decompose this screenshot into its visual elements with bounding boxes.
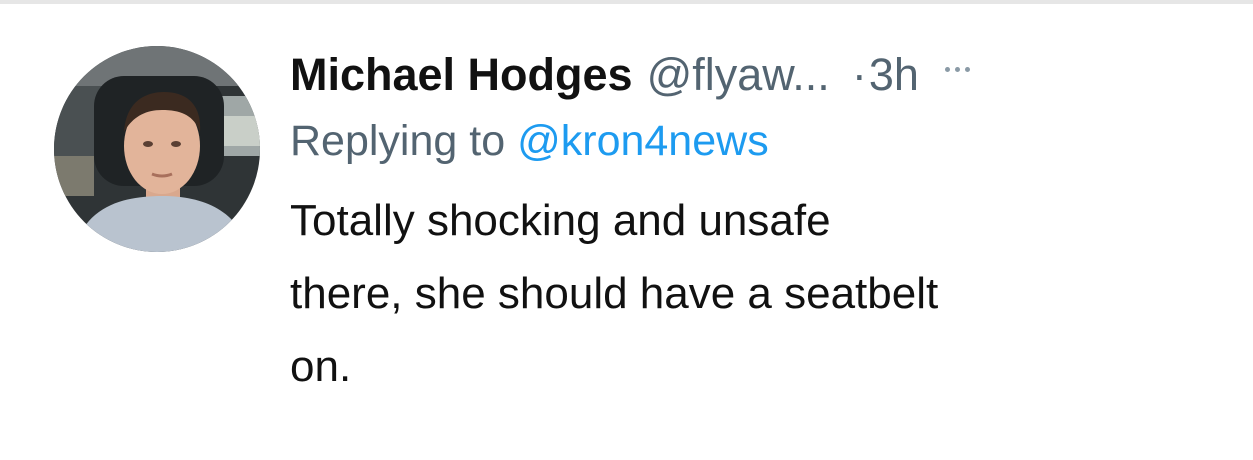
- timestamp[interactable]: 3h: [869, 44, 919, 106]
- avatar[interactable]: [54, 46, 260, 252]
- tweet-header: Michael Hodges @flyaw... · 3h: [290, 44, 1220, 106]
- avatar-photo: [54, 46, 260, 252]
- display-name[interactable]: Michael Hodges: [290, 44, 633, 106]
- tweet-content: Michael Hodges @flyaw... · 3h Replying t…: [290, 44, 1220, 403]
- separator-dot: ·: [851, 49, 867, 100]
- more-dot: [944, 66, 950, 72]
- tweet-text: Totally shocking and unsafe there, she s…: [290, 184, 1190, 403]
- replying-to: Replying to @kron4news: [290, 110, 1220, 172]
- tweet-text-line: on.: [290, 342, 352, 391]
- tweet-card[interactable]: Michael Hodges @flyaw... · 3h Replying t…: [0, 4, 1253, 460]
- more-horizontal-icon[interactable]: [944, 66, 970, 72]
- reply-prefix: Replying to: [290, 117, 506, 165]
- user-handle[interactable]: @flyaw...: [647, 44, 830, 106]
- more-dot: [964, 66, 970, 72]
- reply-handle-link[interactable]: @kron4news: [517, 117, 769, 165]
- tweet-text-line: Totally shocking and unsafe: [290, 196, 831, 245]
- more-dot: [954, 66, 960, 72]
- tweet-text-line: there, she should have a seatbelt: [290, 269, 939, 318]
